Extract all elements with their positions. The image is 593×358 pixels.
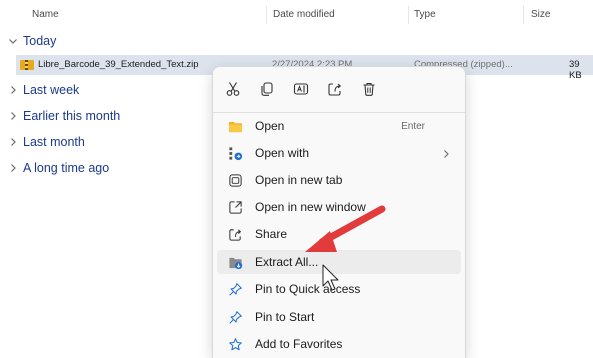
star-icon [227, 336, 243, 352]
copy-icon [261, 82, 273, 96]
menu-item-pin-quick-access[interactable]: Pin to Quick access [217, 277, 461, 301]
column-divider[interactable] [408, 6, 409, 24]
extract-icon [227, 254, 243, 270]
shortcut-label: Enter [401, 120, 425, 132]
menu-item-label: Add to Favorites [255, 337, 343, 351]
group-earlier-this-month[interactable]: Earlier this month [8, 109, 120, 123]
delete-button[interactable] [357, 77, 381, 101]
chevron-right-icon[interactable] [8, 111, 18, 121]
pin-icon [227, 281, 243, 297]
menu-item-label: Pin to Start [255, 310, 315, 324]
column-divider[interactable] [523, 6, 524, 24]
rename-button[interactable] [289, 77, 313, 101]
chevron-right-icon[interactable] [8, 163, 18, 173]
menu-item-label: Pin to Quick access [255, 282, 361, 296]
cut-icon [226, 82, 240, 96]
menu-item-add-favorites[interactable]: Add to Favorites [217, 332, 461, 356]
delete-icon [363, 82, 375, 96]
chevron-right-icon [441, 147, 451, 159]
menu-item-open-new-tab[interactable]: Open in new tab [217, 168, 461, 192]
group-label: Last week [23, 83, 80, 97]
menu-item-share[interactable]: Share [217, 222, 461, 246]
column-type[interactable]: Type [414, 9, 436, 20]
group-last-week[interactable]: Last week [8, 83, 79, 97]
group-label: Last month [23, 135, 85, 149]
new-tab-icon [227, 172, 243, 188]
share-icon [328, 83, 342, 96]
context-menu-toolbar [221, 77, 381, 101]
column-divider[interactable] [266, 6, 267, 24]
menu-item-label: Share [255, 227, 288, 241]
group-long-time-ago[interactable]: A long time ago [8, 161, 109, 175]
menu-item-label: Open in new window [255, 200, 366, 214]
chevron-right-icon[interactable] [8, 85, 18, 95]
new-window-icon [227, 199, 243, 215]
chevron-right-icon[interactable] [8, 137, 18, 147]
column-header: Name Date modified Type Size [0, 0, 593, 28]
group-label: Today [23, 34, 57, 48]
group-last-month[interactable]: Last month [8, 135, 85, 149]
group-today[interactable]: Today [8, 34, 56, 48]
menu-item-open-with[interactable]: Open with [217, 141, 461, 165]
menu-item-pin-start[interactable]: Pin to Start [217, 305, 461, 329]
menu-item-label: Open in new tab [255, 173, 343, 187]
folder-icon [227, 118, 243, 134]
cut-button[interactable] [221, 77, 245, 101]
rename-icon [293, 83, 309, 95]
group-label: Earlier this month [23, 109, 121, 123]
share-button[interactable] [323, 77, 347, 101]
menu-item-extract-all[interactable]: Extract All... [217, 250, 461, 274]
column-date-modified[interactable]: Date modified [273, 9, 335, 20]
file-name: Libre_Barcode_39_Extended_Text.zip [38, 59, 199, 70]
menu-item-label: Open [255, 119, 285, 133]
menu-item-label: Open with [255, 146, 310, 160]
menu-separator [213, 112, 465, 113]
copy-button[interactable] [255, 77, 279, 101]
context-menu: Open Enter Open with Open in new tab Ope… [212, 66, 466, 358]
column-name[interactable]: Name [32, 9, 59, 20]
menu-item-open[interactable]: Open Enter [217, 114, 461, 138]
menu-item-open-new-window[interactable]: Open in new window [217, 195, 461, 219]
share-icon [227, 226, 243, 242]
menu-item-label: Extract All... [255, 255, 319, 269]
zip-folder-icon [20, 60, 34, 70]
chevron-down-icon[interactable] [8, 36, 18, 46]
pin-icon [227, 309, 243, 325]
file-size: 39 KB [569, 59, 582, 81]
group-label: A long time ago [23, 161, 110, 175]
column-size[interactable]: Size [531, 9, 550, 20]
open-with-icon [227, 145, 243, 161]
